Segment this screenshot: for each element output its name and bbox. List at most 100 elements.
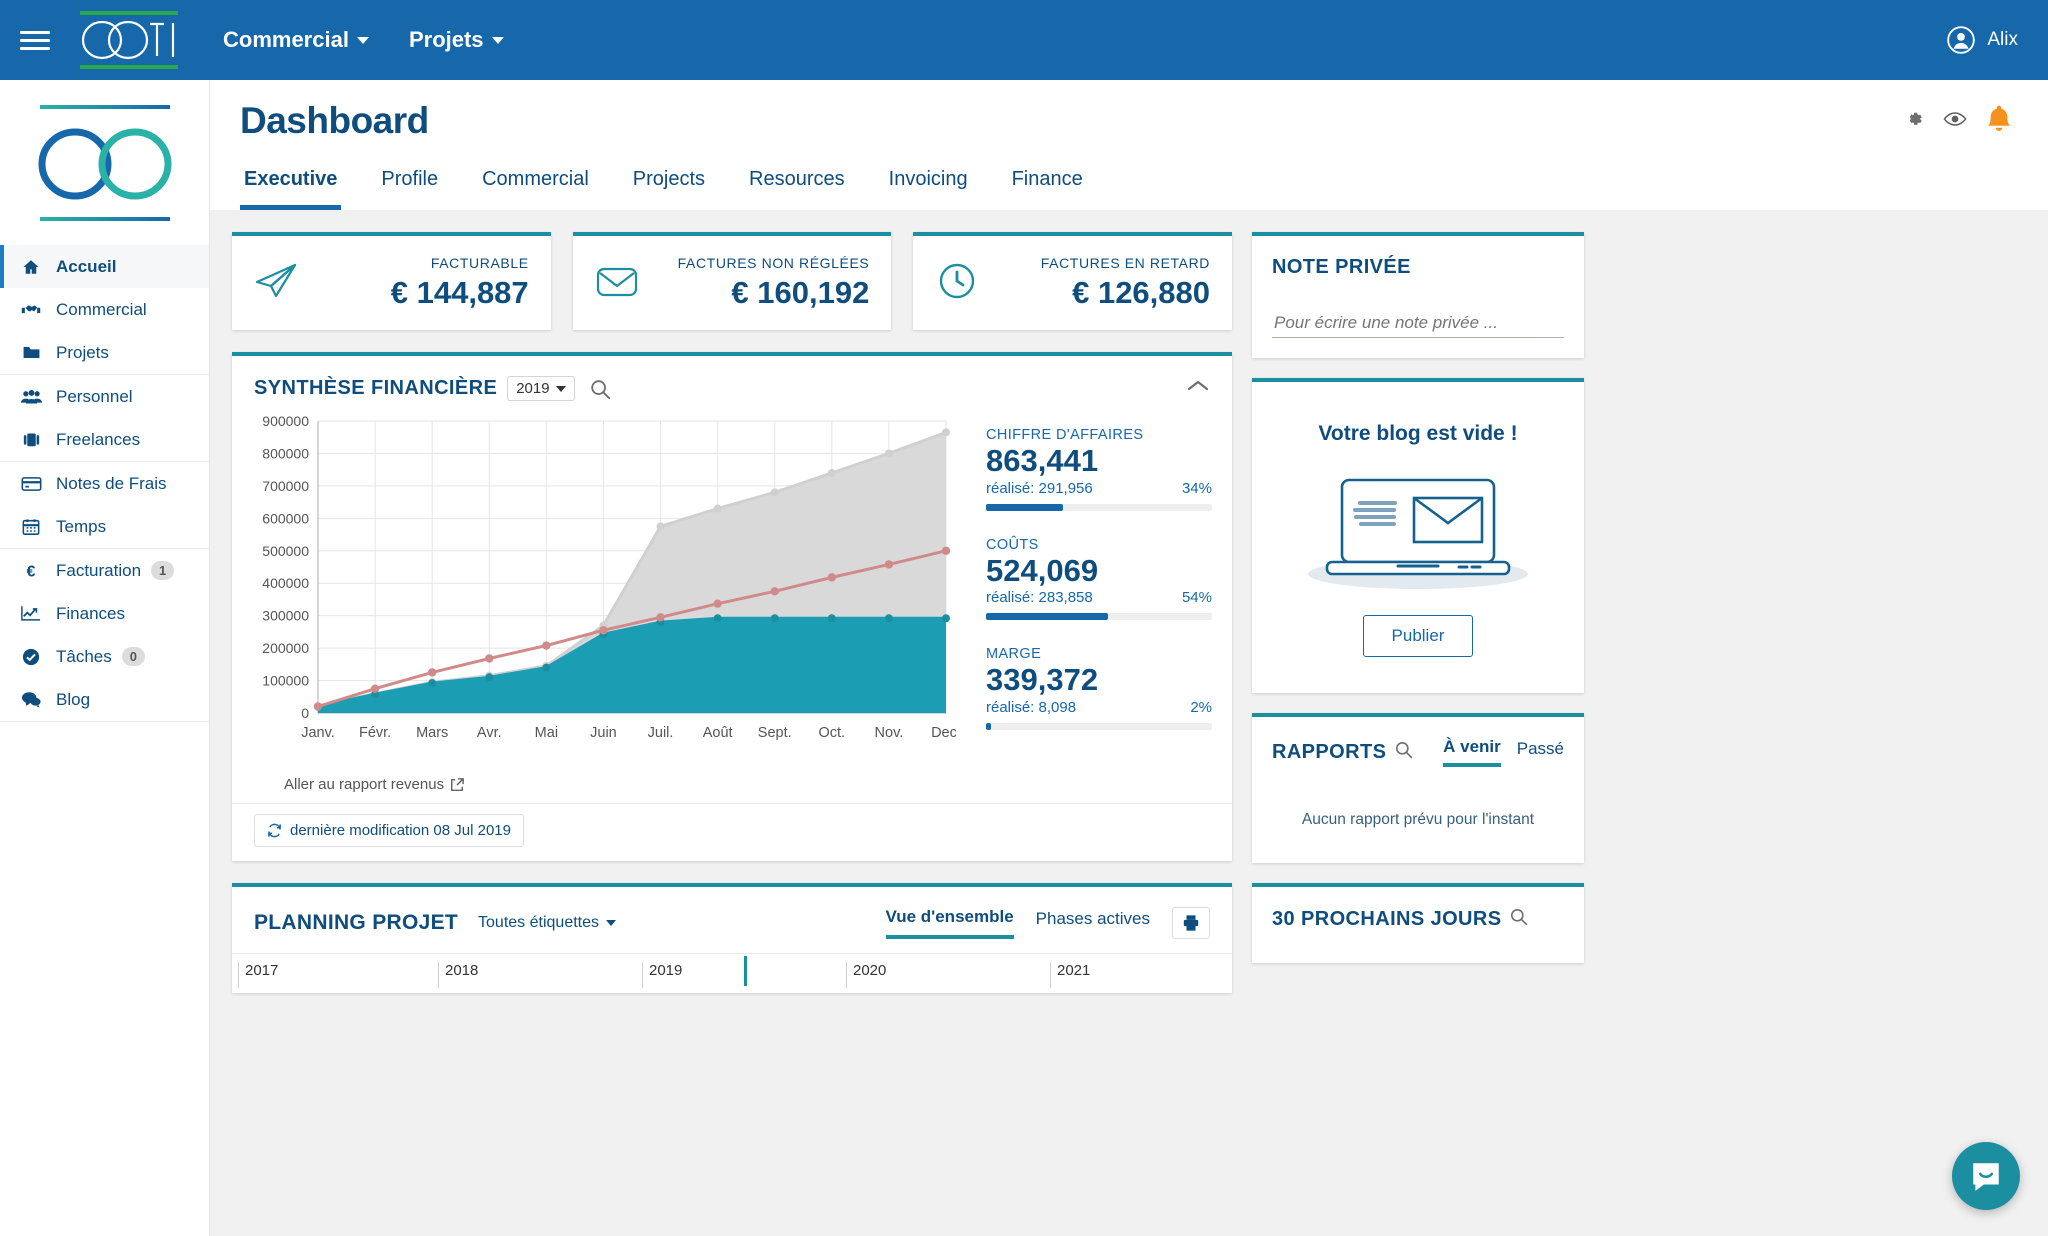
kpi-label: FACTURABLE <box>391 255 529 271</box>
topnav-label-commercial: Commercial <box>223 27 349 53</box>
sidebar-item-accueil[interactable]: Accueil <box>0 245 209 288</box>
external-link-icon <box>450 778 464 792</box>
main-content: Dashboard <box>210 80 2048 1236</box>
brand-logo[interactable] <box>80 11 178 69</box>
topnav-item-commercial[interactable]: Commercial <box>223 27 369 53</box>
topnav-item-projets[interactable]: Projets <box>409 27 504 53</box>
stat-value: 863,441 <box>986 443 1212 479</box>
rapports-tabs: À venir Passé <box>1443 737 1564 767</box>
y-axis-tick: 200000 <box>262 640 309 656</box>
kpi-card-facturable[interactable]: FACTURABLE € 144,887 <box>232 232 551 330</box>
users-icon <box>18 389 44 405</box>
tab-finance[interactable]: Finance <box>1008 162 1087 210</box>
gear-icon[interactable] <box>1903 108 1925 135</box>
stat-label: MARGE <box>986 646 1212 662</box>
revenue-report-label: Aller au rapport revenus <box>284 776 444 793</box>
stat-progress-fill <box>986 504 1063 511</box>
chevron-up-icon[interactable] <box>1186 378 1210 399</box>
tab-executive[interactable]: Executive <box>240 162 341 210</box>
planning-timeline[interactable]: 2017 2018 2019 2020 2021 <box>232 953 1232 993</box>
tab-profile[interactable]: Profile <box>377 162 442 210</box>
printer-icon[interactable] <box>1172 907 1210 939</box>
tab-commercial[interactable]: Commercial <box>478 162 593 210</box>
stat-percent: 34% <box>1182 480 1212 497</box>
financial-chart: 0100000200000300000400000500000600000700… <box>246 413 956 793</box>
sidebar-item-commercial[interactable]: Commercial <box>0 288 209 331</box>
x-axis-tick: Juin <box>590 725 617 741</box>
dashboard-left-column: FACTURABLE € 144,887 FACTURES NON RÉGLÉE… <box>232 232 1232 993</box>
sidebar-group-4: € Facturation 1 Finances Tâches 0 <box>0 549 209 722</box>
timeline-year: 2018 <box>438 962 478 988</box>
tab-vue-densemble[interactable]: Vue d'ensemble <box>886 907 1014 939</box>
x-axis-tick: Août <box>703 725 733 741</box>
synthese-title: SYNTHÈSE FINANCIÈRE <box>254 377 497 400</box>
kpi-text: FACTURES NON RÉGLÉES € 160,192 <box>678 255 870 311</box>
synthese-body: 0100000200000300000400000500000600000700… <box>232 407 1232 793</box>
sidebar-logo <box>0 80 209 245</box>
user-menu[interactable]: Alix <box>1947 26 2018 54</box>
tab-projects[interactable]: Projects <box>629 162 709 210</box>
tab-passe[interactable]: Passé <box>1517 739 1564 765</box>
financial-chart-svg: 0100000200000300000400000500000600000700… <box>246 413 956 763</box>
bell-icon[interactable] <box>1985 104 2013 139</box>
kpi-value: € 160,192 <box>678 275 870 311</box>
sidebar-item-taches[interactable]: Tâches 0 <box>0 635 209 678</box>
eye-icon[interactable] <box>1943 110 1967 133</box>
search-icon[interactable] <box>1394 740 1413 764</box>
paper-plane-icon <box>254 261 298 306</box>
blog-card: Votre blog est vide ! <box>1252 378 1584 693</box>
tag-filter-select[interactable]: Toutes étiquettes <box>478 914 616 932</box>
sidebar-item-freelances[interactable]: Freelances <box>0 418 209 461</box>
sidebar-item-projets[interactable]: Projets <box>0 331 209 374</box>
sidebar-item-blog[interactable]: Blog <box>0 678 209 721</box>
y-axis-tick: 500000 <box>262 543 309 559</box>
stat-value: 524,069 <box>986 553 1212 589</box>
kpi-card-factures-en-retard[interactable]: FACTURES EN RETARD € 126,880 <box>913 232 1232 330</box>
x-axis-tick: Juil. <box>648 725 674 741</box>
search-icon[interactable] <box>1509 907 1528 931</box>
topnav-label-projets: Projets <box>409 27 484 53</box>
revenue-report-link[interactable]: Aller au rapport revenus <box>284 776 956 793</box>
sidebar-label-temps: Temps <box>56 517 106 537</box>
note-privee-input[interactable] <box>1272 309 1564 338</box>
sidebar-item-personnel[interactable]: Personnel <box>0 375 209 418</box>
search-icon[interactable] <box>589 378 611 400</box>
comments-icon <box>18 691 44 708</box>
sidebar-item-finances[interactable]: Finances <box>0 592 209 635</box>
intercom-launcher[interactable] <box>1952 1142 2020 1210</box>
stat-progress-track <box>986 613 1212 620</box>
chevron-down-icon <box>492 37 504 44</box>
hamburger-icon[interactable] <box>20 26 50 55</box>
tab-invoicing[interactable]: Invoicing <box>885 162 972 210</box>
tab-a-venir[interactable]: À venir <box>1443 737 1501 767</box>
timeline-year: 2019 <box>642 962 682 988</box>
sidebar-item-temps[interactable]: Temps <box>0 505 209 548</box>
stat-marge: MARGE 339,372 réalisé: 8,098 2% <box>986 646 1212 730</box>
page-title: Dashboard <box>240 100 2018 142</box>
tab-resources[interactable]: Resources <box>745 162 849 210</box>
sidebar-item-notes-de-frais[interactable]: Notes de Frais <box>0 462 209 505</box>
calendar-icon <box>18 518 44 536</box>
check-circle-icon <box>18 648 44 666</box>
publier-button[interactable]: Publier <box>1363 615 1474 657</box>
tab-phases-actives[interactable]: Phases actives <box>1036 909 1150 937</box>
stat-progress-fill <box>986 613 1108 620</box>
kpi-label: FACTURES EN RETARD <box>1041 255 1210 271</box>
sidebar-badge-taches: 0 <box>122 647 145 666</box>
x-axis-tick: Mai <box>535 725 558 741</box>
sidebar-item-facturation[interactable]: € Facturation 1 <box>0 549 209 592</box>
page-header: Dashboard <box>210 80 2048 210</box>
app-root: Commercial Projets Alix <box>0 0 2048 1236</box>
last-modified-label: dernière modification 08 Jul 2019 <box>290 822 511 839</box>
stat-couts: COÛTS 524,069 réalisé: 283,858 54% <box>986 537 1212 621</box>
last-modified-button[interactable]: dernière modification 08 Jul 2019 <box>254 814 524 847</box>
x-axis-tick: Dec. <box>931 725 956 741</box>
year-select[interactable]: 2019 <box>507 376 574 401</box>
synthese-header: SYNTHÈSE FINANCIÈRE 2019 <box>232 356 1232 407</box>
stat-percent: 54% <box>1182 589 1212 606</box>
y-axis-tick: 900000 <box>262 413 309 429</box>
logo-bar-bottom <box>40 217 170 221</box>
timeline-year: 2017 <box>238 962 278 988</box>
kpi-card-factures-non-reglees[interactable]: FACTURES NON RÉGLÉES € 160,192 <box>573 232 892 330</box>
clock-icon <box>935 261 979 306</box>
